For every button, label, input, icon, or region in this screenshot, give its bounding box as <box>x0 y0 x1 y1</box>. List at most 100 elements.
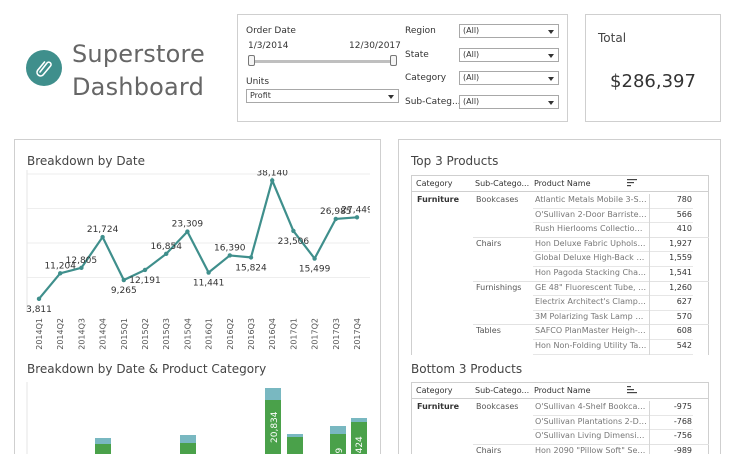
x-tick-label: 2015Q3 <box>162 318 171 350</box>
state-value: (All) <box>463 50 480 59</box>
product-value-cell: 627 <box>676 297 692 307</box>
category-value: (All) <box>463 73 480 82</box>
bar-2017Q1 <box>287 434 303 454</box>
breakdown-date-title: Breakdown by Date <box>27 154 145 168</box>
x-tick-label: 2014Q1 <box>35 318 44 350</box>
product-value-cell: 566 <box>676 209 692 219</box>
region-dropdown[interactable]: (All) <box>459 24 559 38</box>
state-dropdown[interactable]: (All) <box>459 48 559 62</box>
subcategory-value: (All) <box>463 97 480 106</box>
product-value-cell: 1,260 <box>669 282 692 292</box>
breakdown-date-line-chart: 3,81111,20412,80521,7249,26512,19116,854… <box>26 170 370 350</box>
product-name-cell[interactable]: Global Deluxe High-Back Manager's Chair <box>535 253 647 262</box>
row-divider <box>533 309 693 311</box>
date-start: 1/3/2014 <box>248 41 289 51</box>
bar-2015Q4 <box>180 435 196 454</box>
product-name-cell[interactable]: GE 48" Fluorescent Tube, Cool White <box>535 283 647 292</box>
product-name-cell[interactable]: Hon Deluxe Fabric Upholstered Chairs <box>535 239 647 248</box>
x-tick-label: 2017Q1 <box>289 318 298 350</box>
chevron-down-icon <box>548 30 554 34</box>
product-name-cell[interactable]: Electrix Architect's Clamp-On Swing Arm … <box>535 297 647 306</box>
product-name-cell[interactable]: O'Sullivan 4-Shelf Bookcase in Odessa Pi… <box>535 402 647 411</box>
data-label: 15,499 <box>299 265 331 275</box>
group-separator <box>473 443 709 445</box>
data-point[interactable] <box>164 251 169 257</box>
chevron-down-icon <box>548 101 554 105</box>
subcategory-cell: Chairs <box>476 238 502 248</box>
product-name-cell[interactable]: O'Sullivan Plantations 2-Door Library <box>535 417 647 426</box>
date-slider-start-handle[interactable] <box>248 55 255 66</box>
data-point[interactable] <box>227 253 232 258</box>
category-dropdown[interactable]: (All) <box>459 71 559 85</box>
data-point[interactable] <box>291 228 296 234</box>
date-slider-end-handle[interactable] <box>390 55 397 66</box>
state-label: State <box>405 50 429 60</box>
value-column-divider <box>649 401 650 454</box>
column-header[interactable]: Sub-Catego... <box>475 386 529 395</box>
subcategory-cell: Bookcases <box>476 195 519 204</box>
date-slider-track[interactable] <box>250 60 394 63</box>
sort-icon[interactable] <box>627 179 637 189</box>
product-value-cell: 570 <box>676 311 692 321</box>
data-label: 23,506 <box>278 237 310 247</box>
product-name-cell[interactable]: O'Sullivan Living Dimensions 2-Shelf <box>535 431 647 440</box>
column-header[interactable]: Product Name <box>534 179 591 188</box>
product-name-cell[interactable]: SAFCO PlanMaster Heigh-Adjustable Drafti… <box>535 326 647 335</box>
order-date-label: Order Date <box>246 26 296 36</box>
category-label: Category <box>405 73 447 83</box>
data-point[interactable] <box>36 296 42 302</box>
data-point[interactable] <box>185 229 190 234</box>
breakdown-category-bar-chart: 20,834 9,424 479 <box>26 382 367 454</box>
units-value: Profit <box>250 91 271 100</box>
product-value-cell: 1,541 <box>669 268 692 277</box>
column-header[interactable]: Product Name <box>534 386 591 395</box>
data-point[interactable] <box>248 255 254 260</box>
bottom-products-table: Category Sub-Catego... Product Name Furnitu… <box>411 382 709 454</box>
group-separator <box>473 324 709 326</box>
product-name-cell[interactable]: Rush Hierlooms Collection Bookcase <box>535 224 647 233</box>
product-name-cell[interactable]: Hon 2090 "Pillow Soft" Series Mid Back <box>535 446 647 454</box>
data-label: 12,191 <box>129 276 161 286</box>
product-name-cell[interactable]: Hon Pagoda Stacking Chairs <box>535 268 647 277</box>
column-header[interactable]: Category <box>416 179 453 188</box>
group-separator <box>473 236 709 238</box>
subcategory-cell: Furnishings <box>476 282 522 292</box>
x-tick-label: 2017Q3 <box>332 318 341 350</box>
x-tick-label: 2017Q4 <box>353 318 362 350</box>
table-header: Category Sub-Catego... Product Name <box>412 383 708 399</box>
product-value-cell: -768 <box>673 416 692 426</box>
column-header[interactable]: Sub-Catego... <box>475 179 529 188</box>
data-label: 16,390 <box>214 243 246 253</box>
product-name-cell[interactable]: Hon Non-Folding Utility Tables <box>535 341 647 350</box>
units-dropdown[interactable]: Profit <box>246 89 399 103</box>
product-name-cell[interactable]: O'Sullivan 2-Door Barrister Bookcase <box>535 210 647 219</box>
dashboard-title: Superstore Dashboard <box>72 38 205 104</box>
top-products-table: Category Sub-Catego... Product Name Furnitu… <box>411 175 709 355</box>
sort-icon[interactable] <box>627 386 637 396</box>
bar-2014Q4 <box>95 438 111 454</box>
data-point[interactable] <box>142 267 148 273</box>
title-line-1: Superstore <box>72 40 206 68</box>
product-value-cell: 542 <box>676 341 692 350</box>
column-header[interactable]: Category <box>416 386 453 395</box>
data-point[interactable] <box>79 265 84 271</box>
data-label: 9,265 <box>111 286 137 296</box>
group-separator <box>473 280 709 282</box>
data-point[interactable] <box>100 234 105 240</box>
data-point[interactable] <box>206 270 211 275</box>
data-point[interactable] <box>121 277 127 283</box>
bar-label-2017Q4: 9,424 <box>355 436 365 454</box>
x-tick-label: 2014Q3 <box>77 318 86 350</box>
data-point[interactable] <box>312 256 317 261</box>
x-tick-label: 2015Q4 <box>183 318 192 350</box>
bottom-products-title: Bottom 3 Products <box>411 362 523 376</box>
row-divider <box>533 266 693 267</box>
product-name-cell[interactable]: Atlantic Metals Mobile 3-Shelf Bookcases <box>535 195 647 204</box>
data-point[interactable] <box>333 216 338 222</box>
subcategory-dropdown[interactable]: (All) <box>459 95 559 109</box>
data-point[interactable] <box>58 271 63 276</box>
data-point[interactable] <box>270 178 275 183</box>
product-value-cell: -975 <box>673 402 692 411</box>
product-name-cell[interactable]: 3M Polarizing Task Lamp with Clamp Arm <box>535 312 647 321</box>
data-point[interactable] <box>354 215 360 220</box>
